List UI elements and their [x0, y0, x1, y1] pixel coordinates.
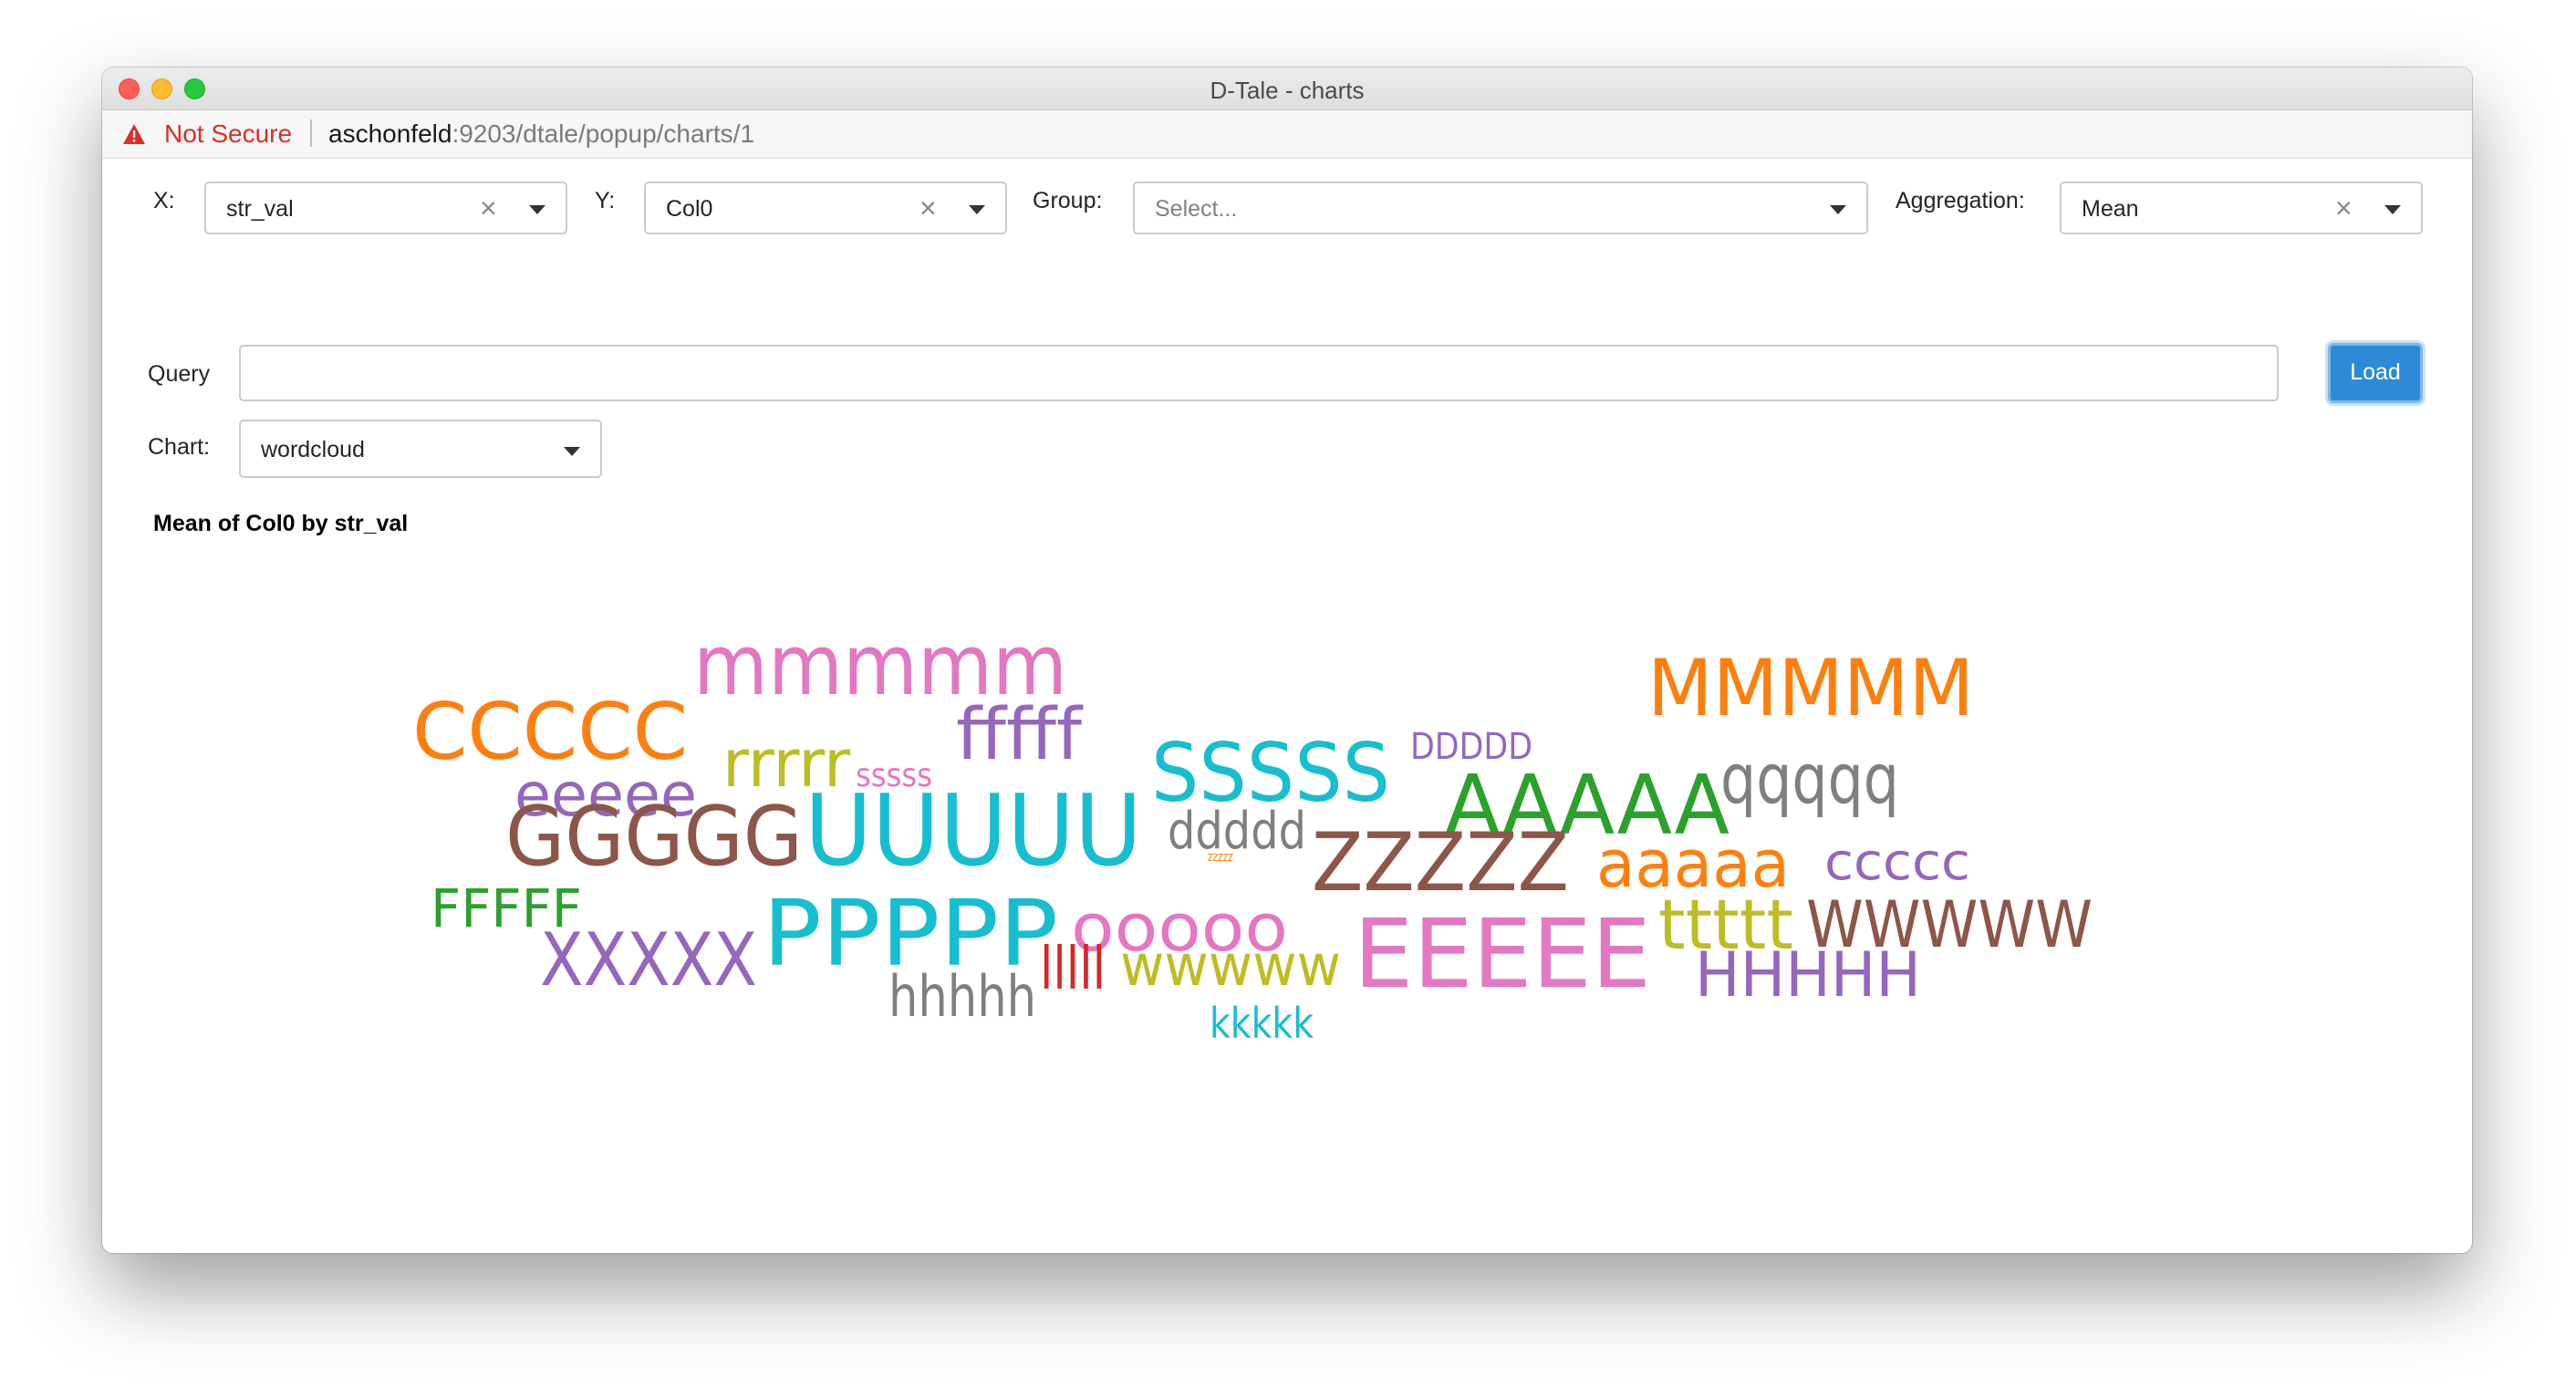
wordcloud-word: ccccc	[1824, 833, 1970, 892]
wordcloud-word: qqqqq	[1720, 738, 1899, 819]
wordcloud-word: fffff	[956, 694, 1084, 776]
wordcloud-word: kkkkk	[1210, 999, 1314, 1048]
wordcloud-word: GGGGG	[505, 789, 803, 885]
url-path: :9203/dtale/popup/charts/1	[452, 119, 755, 148]
browser-window: D-Tale - charts Not Secure aschonfeld:92…	[102, 67, 2472, 1253]
wordcloud-word: MMMMM	[1647, 643, 1974, 734]
wordcloud-word: zzzzz	[1208, 850, 1233, 865]
wordcloud-word: hhhhh	[888, 963, 1036, 1030]
chart-builder: X: str_val × Y: Col0 × Group: Select... …	[102, 159, 2472, 1253]
wordcloud-word: ZZZZZ	[1312, 815, 1569, 909]
warning-icon	[123, 124, 145, 144]
wordcloud-word: UUUUU	[805, 774, 1142, 888]
wordcloud-word: wwwww	[1120, 932, 1341, 999]
security-status[interactable]: Not Secure	[164, 119, 292, 149]
wordcloud-word: XXXXX	[540, 918, 757, 1002]
url-text[interactable]: aschonfeld:9203/dtale/popup/charts/1	[328, 119, 754, 149]
title-bar: D-Tale - charts	[102, 67, 2472, 110]
address-divider	[310, 119, 312, 147]
window-title: D-Tale - charts	[1210, 77, 1365, 104]
wordcloud-word: EEEEE	[1354, 898, 1651, 1010]
address-bar[interactable]: Not Secure aschonfeld:9203/dtale/popup/c…	[102, 110, 2472, 159]
wordcloud-word: HHHHH	[1695, 939, 1921, 1011]
url-host: aschonfeld	[328, 119, 452, 148]
wordcloud-chart: mmmmm MMMMMCCCCC fffff DDDDDrrrrr sssss SSSSS…	[412, 617, 2093, 1048]
wordcloud-word: lllll	[1040, 936, 1106, 1003]
wordcloud-word: ddddd	[1168, 802, 1306, 861]
